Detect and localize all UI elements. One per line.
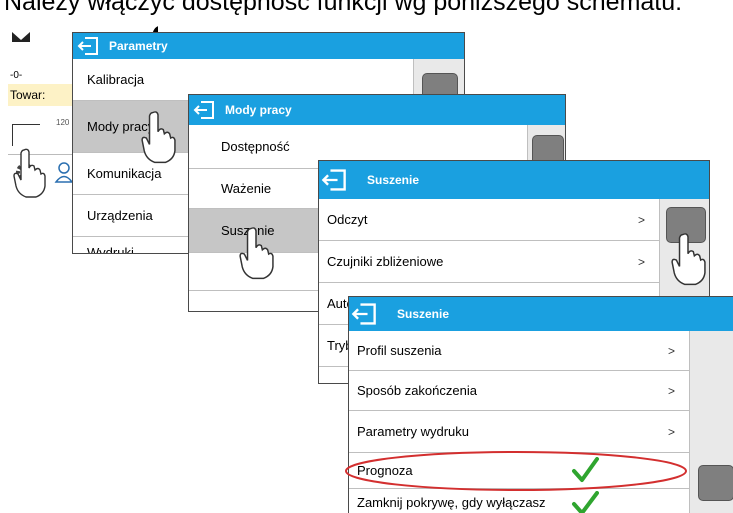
suszenie1-title: Suszenie (367, 173, 420, 187)
menu-item-sposob-zakonczenia[interactable]: Sposób zakończenia > (349, 371, 689, 411)
item-label: Wydruki (87, 245, 134, 254)
suszenie2-header: Suszenie (349, 297, 733, 331)
parametry-header: Parametry (73, 33, 464, 59)
suszenie2-title: Suszenie (397, 307, 450, 321)
chevron-right-icon: > (667, 343, 675, 358)
menu-item-odczyt[interactable]: Odczyt > (319, 199, 659, 241)
scale-icon (12, 32, 30, 42)
zero-indicator: -0- (10, 70, 23, 81)
product-label: Towar: (10, 88, 46, 102)
pointer-hand-icon (12, 148, 46, 198)
scroll-button[interactable] (698, 465, 733, 501)
pointer-hand-icon (140, 110, 176, 164)
menu-item-profil-suszenia[interactable]: Profil suszenia > (349, 331, 689, 371)
chevron-right-icon: > (637, 212, 645, 227)
item-label: Ważenie (221, 181, 272, 196)
parametry-title: Parametry (109, 39, 168, 53)
highlight-ellipse (345, 451, 687, 491)
menu-item-parametry-wydruku[interactable]: Parametry wydruku > (349, 411, 689, 453)
item-label: Czujniki zbliżeniowe (327, 254, 444, 269)
mody-title: Mody pracy (225, 103, 292, 117)
back-icon[interactable] (189, 95, 219, 125)
item-label: Profil suszenia (357, 343, 442, 358)
pointer-hand-icon (670, 232, 706, 286)
item-label: Kalibracja (87, 72, 145, 87)
mody-header: Mody pracy (189, 95, 565, 125)
back-icon[interactable] (319, 161, 349, 199)
item-label: Parametry wydruku (357, 424, 469, 439)
suszenie2-scrollbar[interactable] (689, 331, 733, 513)
suszenie1-header: Suszenie (319, 161, 709, 199)
item-label: Komunikacja (87, 166, 162, 181)
back-icon[interactable] (349, 297, 379, 331)
chevron-right-icon: > (637, 254, 645, 269)
item-label: Zamknij pokrywę, gdy wyłączasz (357, 495, 546, 510)
item-label: Sposób zakończenia (357, 383, 477, 398)
pointer-hand-icon (238, 226, 274, 280)
back-icon[interactable] (73, 33, 103, 59)
instruction-caption: Należy włączyć dostępność funkcji wg pon… (4, 0, 683, 16)
item-label: Odczyt (327, 212, 368, 227)
user-icon[interactable] (54, 161, 74, 183)
chevron-right-icon: > (667, 383, 675, 398)
item-label: Dostępność (221, 139, 290, 154)
chevron-right-icon: > (667, 424, 675, 439)
item-label: Urządzenia (87, 208, 153, 223)
temperature-graph (12, 124, 40, 146)
menu-item-czujniki[interactable]: Czujniki zbliżeniowe > (319, 241, 659, 283)
